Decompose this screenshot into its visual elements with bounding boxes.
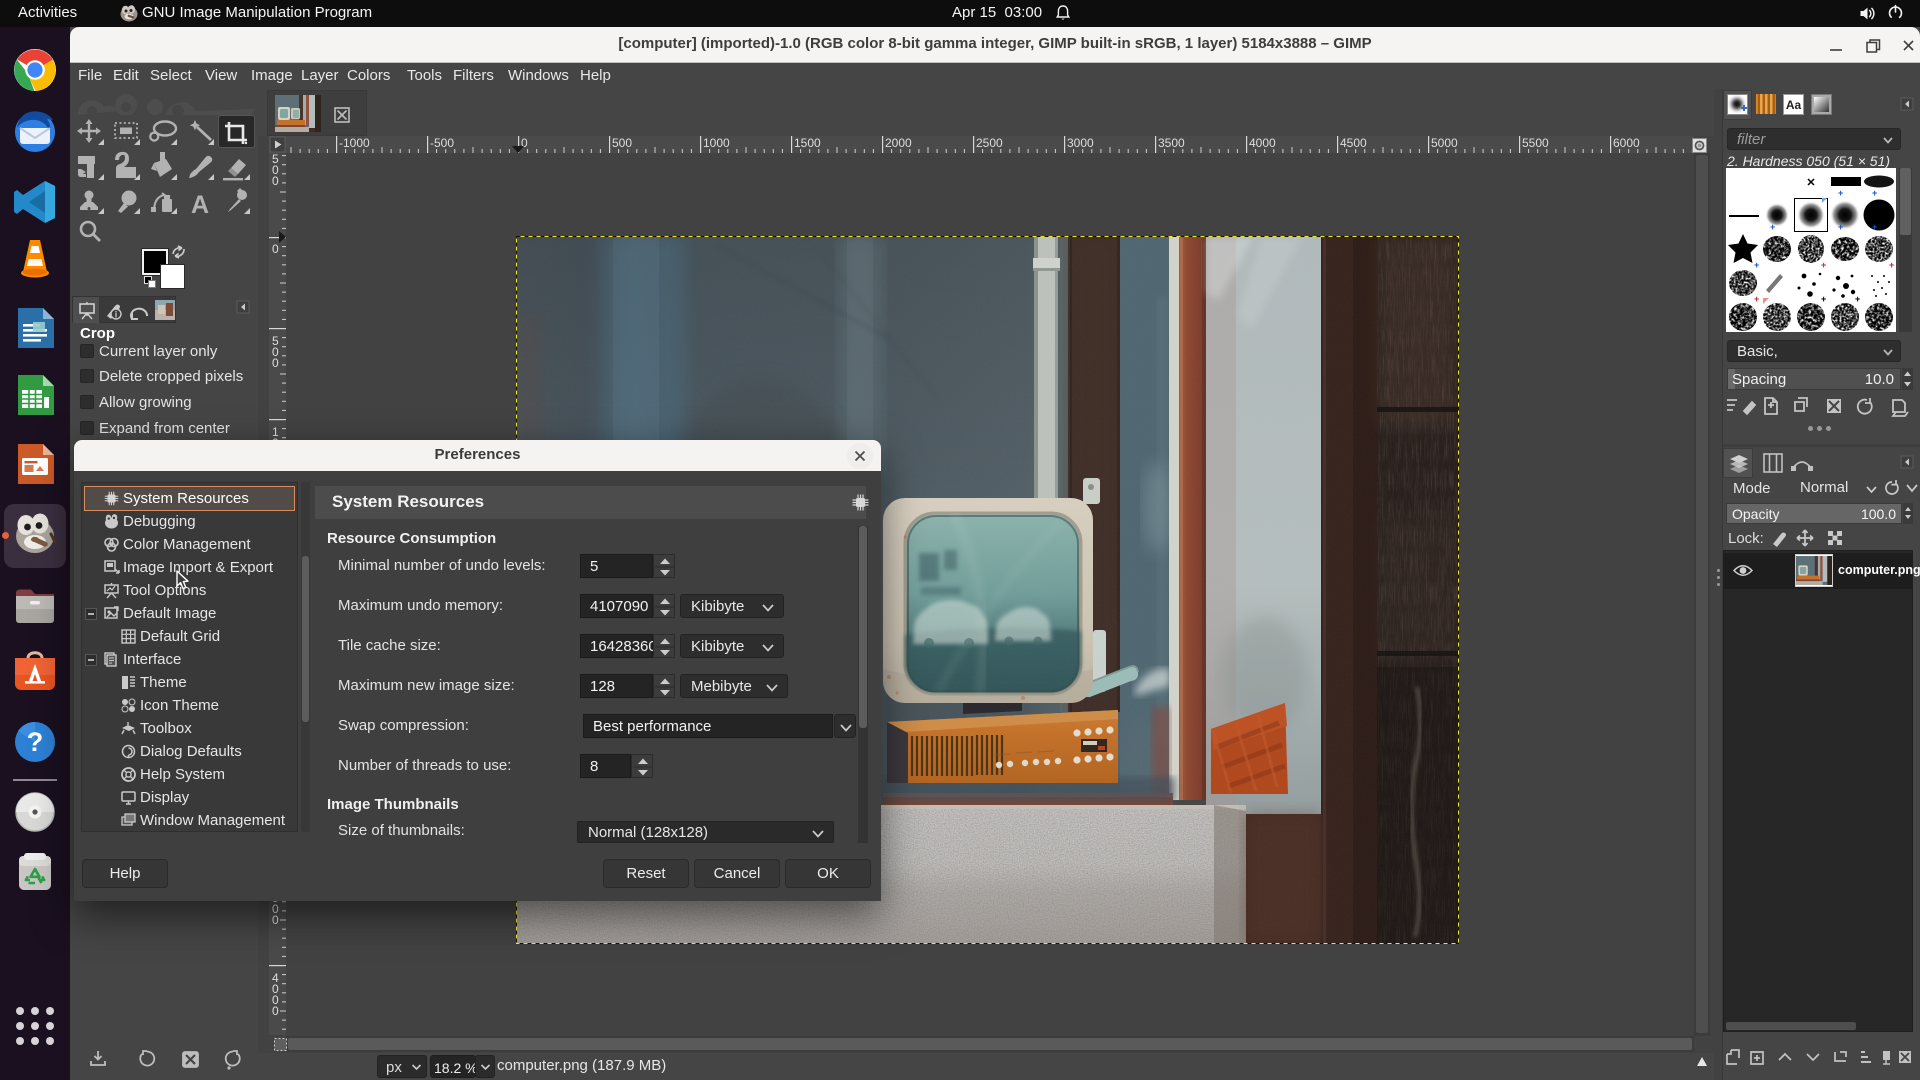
svg-text:4000: 4000: [1249, 136, 1276, 150]
svg-text:i: i: [115, 310, 118, 320]
svg-text:+: +: [1754, 260, 1759, 270]
svg-text:+: +: [1872, 188, 1877, 198]
svg-text:6000: 6000: [1613, 136, 1640, 150]
svg-text:A: A: [191, 191, 209, 219]
svg-text:5000: 5000: [1431, 136, 1458, 150]
svg-text:+: +: [1821, 294, 1826, 304]
svg-text:1000: 1000: [703, 136, 730, 150]
svg-text:+: +: [1838, 222, 1843, 232]
svg-text:5500: 5500: [1522, 136, 1549, 150]
svg-text:2500: 2500: [976, 136, 1003, 150]
svg-text:+: +: [1872, 222, 1877, 232]
svg-text:+: +: [1754, 294, 1759, 304]
svg-text:+: +: [1770, 222, 1775, 232]
svg-text:0: 0: [272, 356, 279, 370]
svg-text:?: ?: [27, 727, 44, 757]
svg-text:-1000: -1000: [339, 136, 370, 150]
svg-text:0: 0: [272, 913, 279, 927]
svg-text:+: +: [1838, 188, 1843, 198]
svg-text:-500: -500: [430, 136, 454, 150]
svg-text:0: 0: [272, 242, 279, 256]
svg-text:0: 0: [272, 1004, 279, 1018]
svg-text:Aa: Aa: [1786, 98, 1802, 112]
svg-text:0: 0: [272, 174, 279, 188]
svg-text:+: +: [1889, 260, 1894, 270]
svg-text:3000: 3000: [1067, 136, 1094, 150]
svg-text:+: +: [1855, 294, 1860, 304]
svg-text:3500: 3500: [1158, 136, 1185, 150]
svg-text:4500: 4500: [1340, 136, 1367, 150]
svg-text:+: +: [1821, 260, 1826, 270]
svg-text:500: 500: [612, 136, 632, 150]
svg-text:1500: 1500: [794, 136, 821, 150]
svg-text:2000: 2000: [885, 136, 912, 150]
